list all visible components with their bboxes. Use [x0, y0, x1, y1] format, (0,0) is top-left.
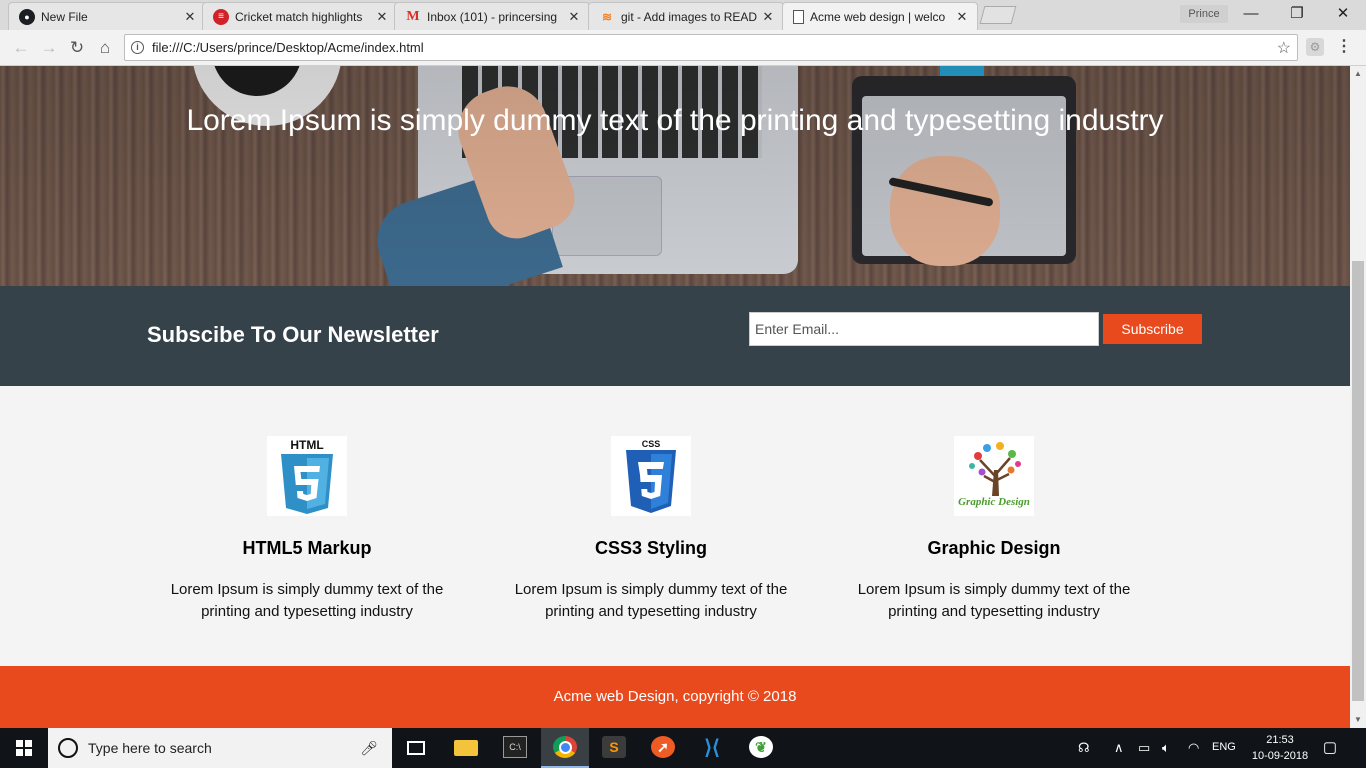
newsletter-section: Subscibe To Our Newsletter Subscribe	[0, 286, 1350, 386]
mongodb-leaf-icon: ❦	[749, 736, 773, 758]
show-hidden-icons-chevron-icon[interactable]: ∧	[1114, 740, 1124, 756]
subscribe-button[interactable]: Subscribe	[1103, 314, 1202, 344]
sublime-text-button[interactable]: S	[590, 728, 638, 768]
tab-title: New File	[41, 9, 88, 24]
box-text: Lorem Ipsum is simply dummy text of the …	[857, 581, 1131, 620]
html5-logo-icon: HTML	[267, 436, 347, 516]
postman-button[interactable]: ➚	[639, 728, 687, 768]
chrome-icon	[553, 736, 577, 758]
tab-title: git - Add images to READ	[621, 9, 758, 24]
stackoverflow-icon: ≋	[601, 9, 613, 24]
command-prompt-button[interactable]: C:\	[491, 728, 539, 768]
css3-logo-icon: CSS	[611, 436, 691, 516]
microphone-icon[interactable]: 🎤︎	[360, 740, 378, 757]
windows-logo-icon	[16, 740, 32, 756]
email-field[interactable]	[749, 312, 1099, 346]
wifi-icon[interactable]: ◠	[1188, 740, 1199, 756]
html5-logo-label: HTML	[290, 438, 323, 452]
forward-arrow-icon[interactable]: →	[38, 38, 60, 58]
folder-icon	[454, 740, 478, 756]
tab-acme-active[interactable]: Acme web design | welco ✕	[782, 2, 978, 30]
bookmark-star-icon[interactable]: ☆	[1277, 38, 1291, 58]
clock-date: 10-09-2018	[1251, 750, 1309, 762]
feature-box-graphic-design: Graphic Design Graphic Design Lorem Ipsu…	[844, 436, 1144, 623]
new-tab-button[interactable]	[979, 6, 1017, 24]
box-title: CSS3 Styling	[594, 538, 708, 558]
vscode-button[interactable]: ⟩⟨	[688, 728, 736, 768]
graphic-design-tree-icon: Graphic Design	[954, 436, 1034, 516]
vertical-scrollbar[interactable]: ▲ ▼	[1350, 66, 1366, 728]
close-icon[interactable]: ✕	[375, 9, 389, 25]
clock-time: 21:53	[1266, 734, 1294, 746]
tab-title: Inbox (101) - princersing	[427, 9, 558, 24]
tab-stackoverflow[interactable]: ≋ git - Add images to READ ✕	[588, 2, 784, 30]
hero-showcase: Lorem Ipsum is simply dummy text of the …	[0, 66, 1350, 286]
extension-icon[interactable]: ⚙	[1306, 38, 1324, 56]
feature-box-css3: CSS CSS3 Styling Lorem Ipsum is simply d…	[501, 436, 801, 623]
document-icon	[793, 9, 804, 24]
box-title: Graphic Design	[927, 538, 1061, 558]
window-close-button[interactable]: ✕	[1320, 0, 1366, 30]
page-footer: Acme web Design, copyright © 2018	[0, 666, 1350, 728]
home-icon[interactable]: ⌂	[94, 38, 116, 58]
terminal-icon: C:\	[503, 736, 527, 758]
start-button[interactable]	[0, 728, 48, 768]
reload-icon[interactable]: ↻	[66, 38, 88, 58]
close-icon[interactable]: ✕	[567, 9, 581, 25]
tab-title: Cricket match highlights	[235, 9, 363, 24]
hero-overlay	[0, 66, 1350, 286]
vscode-icon: ⟩⟨	[704, 736, 720, 759]
back-arrow-icon[interactable]: ←	[10, 38, 32, 58]
minimize-button[interactable]: —	[1228, 0, 1274, 30]
scroll-up-arrow-icon[interactable]: ▲	[1350, 66, 1366, 82]
css3-logo-label: CSS	[642, 439, 661, 449]
volume-icon[interactable]: 🔈︎	[1162, 740, 1170, 756]
battery-icon[interactable]: ▭	[1138, 740, 1150, 756]
task-view-icon	[407, 741, 425, 755]
people-icon[interactable]: ☊	[1078, 740, 1090, 756]
taskbar-search-box[interactable]: Type here to search 🎤︎	[48, 728, 392, 768]
footer-copyright: Acme web Design, copyright © 2018	[553, 688, 797, 705]
windows-taskbar: Type here to search 🎤︎ C:\ S ➚ ⟩⟨ ❦ ☊ ∧ …	[0, 728, 1366, 768]
url-text[interactable]: file:///C:/Users/prince/Desktop/Acme/ind…	[152, 40, 424, 55]
box-text: Lorem Ipsum is simply dummy text of the …	[514, 581, 788, 620]
scrollbar-thumb[interactable]	[1352, 261, 1364, 701]
hero-title: Lorem Ipsum is simply dummy text of the …	[186, 104, 1164, 137]
profile-button[interactable]: Prince	[1180, 5, 1228, 23]
maximize-button[interactable]: ❐	[1274, 0, 1320, 30]
close-icon[interactable]: ✕	[955, 9, 969, 25]
system-clock[interactable]: 21:53 10-09-2018	[1248, 732, 1312, 764]
task-view-button[interactable]	[392, 728, 440, 768]
postman-icon: ➚	[651, 736, 675, 758]
browser-toolbar: ← → ↻ ⌂ i file:///C:/Users/prince/Deskto…	[0, 30, 1366, 66]
address-bar[interactable]: i file:///C:/Users/prince/Desktop/Acme/i…	[124, 34, 1298, 61]
info-icon[interactable]: i	[131, 41, 144, 54]
tab-title: Acme web design | welco	[810, 9, 946, 24]
chrome-button[interactable]	[541, 728, 589, 768]
browser-tab-strip: ● New File ✕ ≡ Cricket match highlights …	[0, 0, 1366, 30]
feature-box-html5: HTML HTML5 Markup Lorem Ipsum is simply …	[157, 436, 457, 623]
graphic-design-logo-label: Graphic Design	[958, 496, 1030, 508]
input-language-indicator[interactable]: ENG	[1212, 741, 1236, 753]
search-placeholder[interactable]: Type here to search	[88, 740, 212, 756]
tab-new-file[interactable]: ● New File ✕	[8, 2, 206, 30]
box-text: Lorem Ipsum is simply dummy text of the …	[170, 581, 444, 620]
more-menu-icon[interactable]: ⋮	[1336, 37, 1352, 57]
gmail-icon: M	[406, 8, 420, 24]
box-title: HTML5 Markup	[242, 538, 372, 558]
scroll-down-arrow-icon[interactable]: ▼	[1350, 712, 1366, 728]
file-explorer-button[interactable]	[442, 728, 490, 768]
page-viewport: Lorem Ipsum is simply dummy text of the …	[0, 66, 1350, 728]
action-center-icon[interactable]: ▢	[1320, 738, 1340, 758]
close-icon[interactable]: ✕	[183, 9, 197, 25]
close-icon[interactable]: ✕	[761, 9, 775, 25]
mongodb-compass-button[interactable]: ❦	[737, 728, 785, 768]
cortana-icon	[58, 738, 78, 758]
tab-gmail[interactable]: M Inbox (101) - princersing ✕	[394, 2, 590, 30]
cricket-icon: ≡	[213, 8, 229, 25]
newsletter-title: Subscibe To Our Newsletter	[147, 322, 439, 347]
github-icon: ●	[19, 8, 35, 25]
tab-cricket[interactable]: ≡ Cricket match highlights ✕	[202, 2, 398, 30]
sublime-text-icon: S	[602, 736, 626, 758]
